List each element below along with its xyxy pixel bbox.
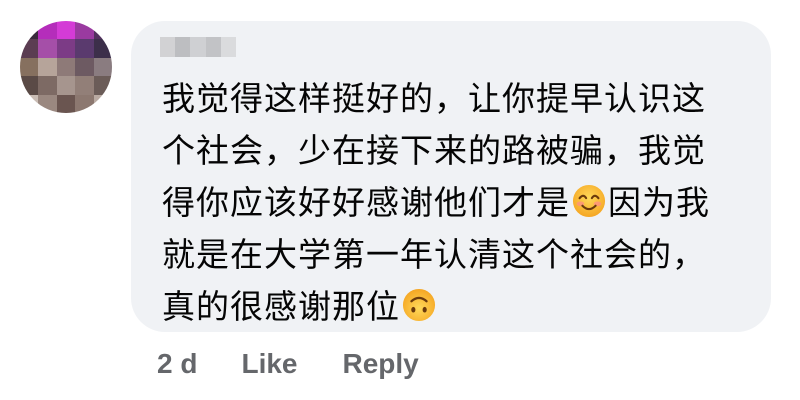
avatar-pixel — [38, 57, 57, 77]
smiling-face-icon — [572, 184, 606, 218]
comment-line: 得你应该好好感谢他们才是 因为我 — [162, 177, 762, 229]
avatar-pixel — [56, 57, 76, 77]
avatar-pixel — [20, 39, 39, 58]
comment-line: 就是在大学第一年认清这个社会的， — [162, 235, 706, 274]
avatar-pixel — [93, 57, 112, 77]
comment-actions: 2 d Like Reply — [157, 344, 419, 384]
name-pixel-block — [160, 37, 176, 57]
avatar-pixel — [75, 39, 94, 58]
avatar-pixel — [75, 21, 94, 40]
avatar-pixel — [38, 94, 57, 113]
name-pixel-block — [175, 37, 191, 57]
avatar-pixel — [38, 39, 57, 58]
name-pixel-block — [205, 37, 221, 57]
like-button[interactable]: Like — [241, 348, 297, 380]
avatar-pixel — [93, 39, 112, 58]
comment-line: 真的很感谢那位 — [162, 281, 762, 333]
avatar-pixel — [20, 94, 39, 113]
reply-button[interactable]: Reply — [343, 348, 419, 380]
comment-line-segment: 得你应该好好感谢他们才是 — [162, 183, 570, 222]
avatar-pixel — [38, 76, 57, 95]
comment-line: 我觉得这样挺好的，让你提早认识这 — [162, 79, 706, 118]
comment-timestamp[interactable]: 2 d — [157, 348, 197, 380]
avatar-pixel — [20, 76, 39, 95]
avatar-pixel — [75, 57, 94, 77]
avatar-pixel — [75, 76, 94, 95]
comment-line-segment: 真的很感谢那位 — [162, 287, 400, 326]
avatar-pixel — [75, 94, 94, 113]
avatar-pixel — [20, 21, 39, 40]
name-pixel-block — [190, 37, 206, 57]
comment-bubble: 我觉得这样挺好的，让你提早认识这 个社会，少在接下来的路被骗，我觉 得你应该好好… — [131, 21, 771, 332]
comment-line-segment: 因为我 — [608, 183, 710, 222]
commenter-name-blurred[interactable] — [160, 37, 236, 57]
avatar-pixel — [93, 76, 112, 95]
comment-text: 我觉得这样挺好的，让你提早认识这 个社会，少在接下来的路被骗，我觉 得你应该好好… — [162, 73, 762, 333]
avatar-pixel — [56, 39, 76, 58]
upside-down-face-icon — [402, 288, 436, 322]
avatar-pixel — [93, 21, 112, 40]
avatar-pixel — [56, 94, 76, 113]
comment-line: 个社会，少在接下来的路被骗，我觉 — [162, 131, 706, 170]
name-pixel-block — [220, 37, 236, 57]
avatar-pixel — [56, 21, 76, 40]
avatar-pixel — [93, 94, 112, 113]
avatar-pixel — [56, 76, 76, 95]
commenter-avatar[interactable] — [20, 21, 112, 113]
avatar-pixel — [38, 21, 57, 40]
avatar-pixel — [20, 57, 39, 77]
